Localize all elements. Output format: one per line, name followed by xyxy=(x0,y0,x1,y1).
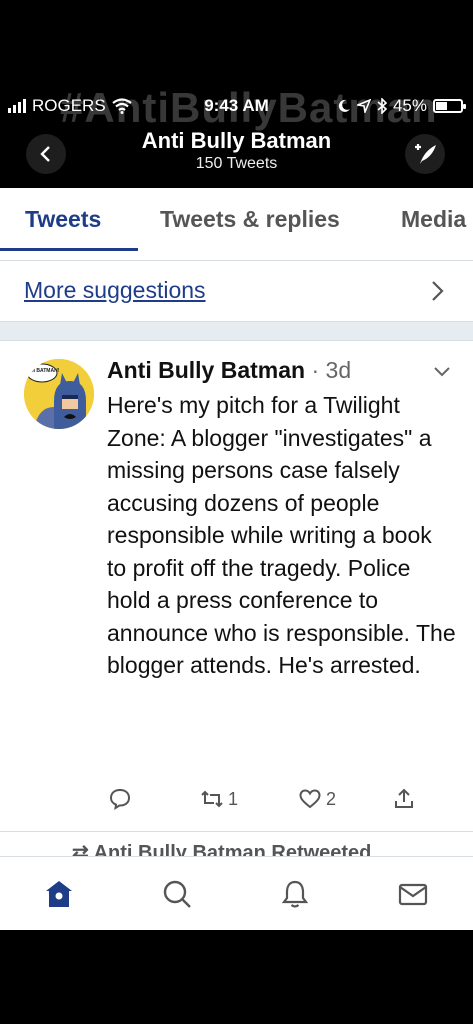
avatar[interactable]: I AM BATMAN! xyxy=(24,359,94,429)
timeline: Tweets Tweets & replies Media More sugge… xyxy=(0,188,473,930)
section-divider xyxy=(0,322,473,341)
compose-feather-icon xyxy=(415,144,436,164)
battery-percent: 45% xyxy=(392,96,427,115)
moon-icon xyxy=(338,99,350,112)
like-button[interactable]: 2 xyxy=(298,787,336,811)
chevron-right-icon xyxy=(432,281,444,301)
more-suggestions-link[interactable]: More suggestions xyxy=(24,277,206,304)
share-button[interactable] xyxy=(392,787,416,811)
retweet-icon xyxy=(201,790,223,808)
tab-tweets-replies[interactable]: Tweets & replies xyxy=(160,206,340,233)
separator-dot: · xyxy=(311,357,320,383)
tweet-author-name[interactable]: Anti Bully Batman xyxy=(107,357,305,383)
tweet-text: Here's my pitch for a Twilight Zone: A b… xyxy=(107,392,456,678)
nav-search[interactable] xyxy=(160,877,194,911)
bottom-navigation xyxy=(0,856,473,930)
tweet-card[interactable]: I AM BATMAN! Anti Bully Batman · 3d Here… xyxy=(0,341,473,832)
bell-icon xyxy=(281,880,309,908)
batman-avatar-image: I AM BATMAN! xyxy=(24,359,94,429)
reply-button[interactable] xyxy=(108,787,132,811)
avatar-caption: I AM BATMAN! xyxy=(25,368,60,374)
tab-tweets[interactable]: Tweets xyxy=(25,206,101,233)
profile-title: Anti Bully Batman xyxy=(141,128,332,153)
compose-tweet-button[interactable] xyxy=(405,134,445,174)
chevron-down-icon[interactable] xyxy=(433,365,451,379)
profile-tabs: Tweets Tweets & replies Media xyxy=(0,188,473,253)
nav-messages[interactable] xyxy=(396,877,430,911)
battery-level xyxy=(436,102,447,110)
heart-icon xyxy=(299,789,321,809)
reply-icon xyxy=(109,788,131,810)
tweet-count: 150 Tweets xyxy=(195,155,278,172)
share-icon xyxy=(395,788,413,808)
battery-icon xyxy=(433,99,466,113)
retweet-button[interactable]: 1 xyxy=(200,787,238,811)
profile-header: Anti Bully Batman 150 Tweets xyxy=(0,122,473,188)
nav-home[interactable] xyxy=(42,877,76,911)
active-tab-indicator xyxy=(0,248,138,251)
status-right: 45% xyxy=(337,96,466,116)
location-icon xyxy=(356,99,371,113)
home-icon xyxy=(46,881,72,907)
tweet-timestamp: 3d xyxy=(325,357,352,383)
status-bar: ROGERS 9:43 AM 45% xyxy=(0,92,473,122)
tweet-actions: 1 2 xyxy=(0,787,473,817)
retweet-small-icon: ⇄ xyxy=(72,842,94,856)
search-icon xyxy=(163,880,191,908)
phone-screen: #AntiBullyBatman ROGERS 9:43 AM 45% Anti… xyxy=(0,0,473,1024)
tab-media[interactable]: Media xyxy=(401,206,466,233)
retweeted-label: Anti Bully Batman Retweeted xyxy=(93,842,372,856)
nav-notifications[interactable] xyxy=(278,877,312,911)
envelope-icon xyxy=(398,883,428,906)
retweet-count: 1 xyxy=(228,788,239,809)
bluetooth-icon xyxy=(377,98,387,114)
like-count: 2 xyxy=(326,788,337,809)
more-suggestions-row[interactable]: More suggestions xyxy=(0,260,473,322)
retweeted-indicator: ⇄ Anti Bully Batman Retweeted xyxy=(72,840,371,856)
tweet-header: Anti Bully Batman · 3d xyxy=(107,357,351,384)
